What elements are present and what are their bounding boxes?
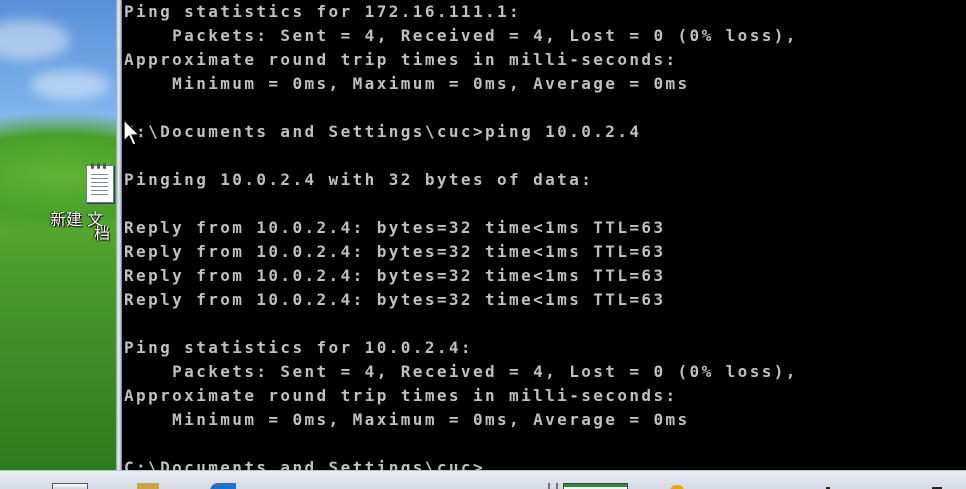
console-line: Pinging 10.0.2.4 with 32 bytes of data: [124,170,594,189]
console-line: Packets: Sent = 4, Received = 4, Lost = … [124,26,798,45]
console-line: Reply from 10.0.2.4: bytes=32 time<1ms T… [124,242,666,261]
console-line: C:\Documents and Settings\cuc> [124,458,485,470]
desktop-shortcut-new-text-document[interactable]: 新建 文 档 [50,163,116,258]
mouse-pointer-icon [123,119,141,146]
console-line: Ping statistics for 10.0.2.4: [124,338,473,357]
console-line: Reply from 10.0.2.4: bytes=32 time<1ms T… [124,266,666,285]
console-line: C:\Documents and Settings\cuc>ping 10.0.… [124,122,642,141]
console-line: Ping statistics for 172.16.111.1: [124,2,522,21]
console-output[interactable]: Ping statistics for 172.16.111.1: Packet… [122,0,966,470]
taskbar-separator [548,483,558,489]
taskbar-app-icon[interactable] [137,483,159,489]
taskbar-app-icon[interactable] [52,483,88,489]
console-line: Minimum = 0ms, Maximum = 0ms, Average = … [124,74,690,93]
taskbar-window-button[interactable] [563,483,628,489]
console-line: Approximate round trip times in milli-se… [124,386,678,405]
desktop-icon-label: 新建 文 档 [50,212,116,243]
icon-label-line2: 档 [94,224,111,243]
taskbar-app-icon[interactable] [210,483,236,489]
console-line: Reply from 10.0.2.4: bytes=32 time<1ms T… [124,218,666,237]
console-line: Reply from 10.0.2.4: bytes=32 time<1ms T… [124,290,666,309]
console-line: Packets: Sent = 4, Received = 4, Lost = … [124,362,798,381]
console-line: Approximate round trip times in milli-se… [124,50,678,69]
taskbar[interactable] [0,470,966,489]
desktop-wallpaper: 新建 文 档 [0,0,116,470]
screen: 新建 文 档 Ping statistics for 172.16.111.1:… [0,0,966,489]
taskbar-tray-icon[interactable] [670,485,684,489]
console-line: Minimum = 0ms, Maximum = 0ms, Average = … [124,410,690,429]
console-window[interactable]: Ping statistics for 172.16.111.1: Packet… [122,0,966,470]
notepad-text-document-icon [86,163,114,203]
